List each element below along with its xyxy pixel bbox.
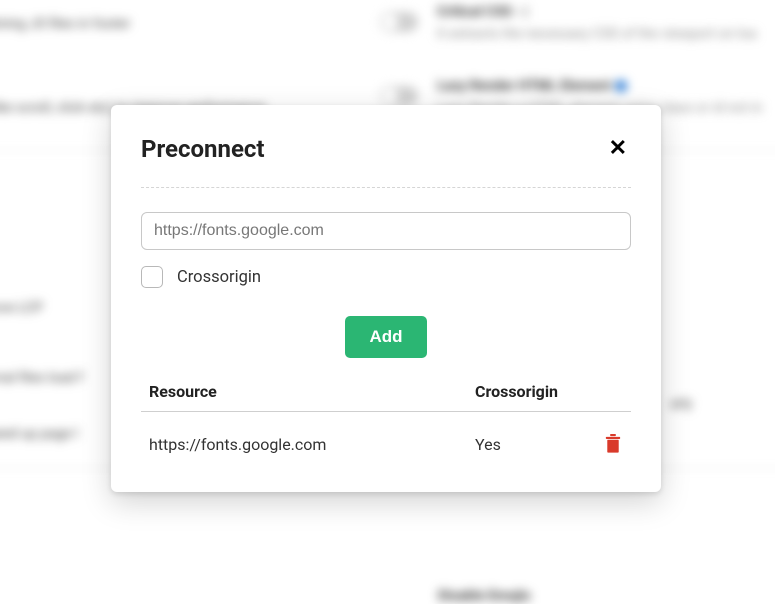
- bg-text: nbining JS files in footer: [0, 16, 130, 32]
- bg-text: arly: [670, 396, 692, 412]
- modal-body: Crossorigin Add Resource Crossorigin htt…: [141, 188, 631, 454]
- bg-text: speed up page l: [0, 426, 78, 442]
- close-icon[interactable]: ✕: [605, 136, 631, 162]
- modal-title: Preconnect: [141, 135, 265, 163]
- table-header: Resource Crossorigin: [141, 382, 631, 412]
- crossorigin-checkbox[interactable]: [141, 266, 163, 288]
- bg-setting-title: Lazy Render HTML Element: [437, 78, 775, 94]
- preconnect-modal: Preconnect ✕ Crossorigin Add Resource Cr…: [111, 105, 661, 492]
- bg-setting-title: Critical CSS - |: [437, 4, 757, 20]
- th-actions: [595, 382, 631, 401]
- td-crossorigin: Yes: [475, 435, 595, 454]
- bg-heading: Disable Emojis: [438, 588, 531, 604]
- crossorigin-label: Crossorigin: [177, 268, 261, 287]
- bg-setting-desc: It extracts the necessary CSS of the vie…: [437, 26, 757, 42]
- add-button[interactable]: Add: [345, 316, 426, 358]
- bg-text: prove LCP: [0, 300, 43, 316]
- th-resource: Resource: [141, 382, 475, 401]
- modal-header: Preconnect ✕: [141, 135, 631, 188]
- trash-icon[interactable]: [604, 434, 622, 454]
- resource-url-input[interactable]: [141, 212, 631, 250]
- toggle-icon: [380, 12, 418, 32]
- preconnect-table: Resource Crossorigin https://fonts.googl…: [141, 382, 631, 454]
- td-resource: https://fonts.google.com: [141, 435, 475, 454]
- th-crossorigin: Crossorigin: [475, 382, 595, 401]
- bg-text: ternal files load f: [0, 370, 84, 386]
- toggle-icon: [380, 86, 418, 106]
- table-row: https://fonts.google.com Yes: [141, 412, 631, 454]
